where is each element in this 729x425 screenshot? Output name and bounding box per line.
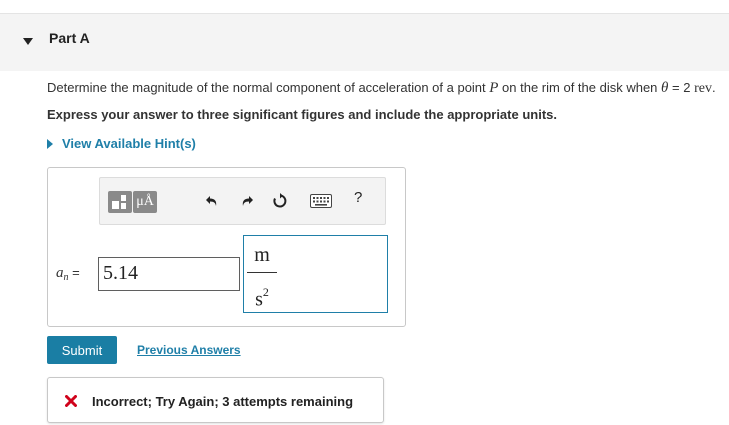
answer-var-symbol: a [56, 265, 64, 281]
question-text: Determine the magnitude of the normal co… [47, 80, 716, 97]
question-equals: = 2 [668, 80, 695, 95]
templates-icon[interactable] [108, 191, 132, 213]
expand-triangle-icon [47, 138, 53, 149]
answer-panel: μÅ ? an = 5.14 m s2 [47, 167, 406, 327]
math-toolbar: μÅ ? [99, 177, 386, 225]
part-title: Part A [49, 30, 90, 46]
answer-variable-label: an = [56, 265, 80, 283]
feedback-box: Incorrect; Try Again; 3 attempts remaini… [47, 377, 384, 423]
answer-value-input[interactable]: 5.14 [98, 257, 240, 291]
fraction-bar [247, 272, 277, 273]
part-header[interactable]: Part A [0, 13, 729, 71]
question-middle: on the rim of the disk when [498, 80, 662, 95]
answer-unit-input[interactable]: m s2 [243, 235, 388, 313]
collapse-caret-icon[interactable] [23, 38, 33, 45]
answer-var-subscript: n [63, 272, 69, 283]
undo-icon[interactable] [204, 193, 220, 209]
submit-button[interactable]: Submit [47, 336, 117, 364]
unit-denominator-base: s [255, 288, 263, 311]
unit-exponent: 2 [262, 285, 269, 299]
question-suffix: . [711, 80, 716, 95]
question-prefix: Determine the magnitude of the normal co… [47, 80, 490, 95]
units-icon[interactable]: μÅ [133, 191, 157, 213]
reset-icon[interactable] [272, 193, 288, 209]
incorrect-x-icon [65, 395, 77, 407]
previous-answers-link[interactable]: Previous Answers [137, 343, 241, 357]
redo-icon[interactable] [239, 193, 255, 209]
unit-denominator: s2 [247, 276, 277, 311]
view-hints-link[interactable]: View Available Hint(s) [47, 136, 196, 151]
unit-numerator: m [254, 244, 270, 266]
view-hints-label: View Available Hint(s) [62, 136, 196, 151]
answer-equals: = [68, 265, 80, 280]
feedback-text: Incorrect; Try Again; 3 attempts remaini… [92, 394, 354, 409]
question-unit: rev [694, 81, 712, 96]
keyboard-icon[interactable] [310, 194, 332, 208]
answer-instructions: Express your answer to three significant… [47, 107, 557, 122]
help-icon[interactable]: ? [354, 189, 362, 206]
